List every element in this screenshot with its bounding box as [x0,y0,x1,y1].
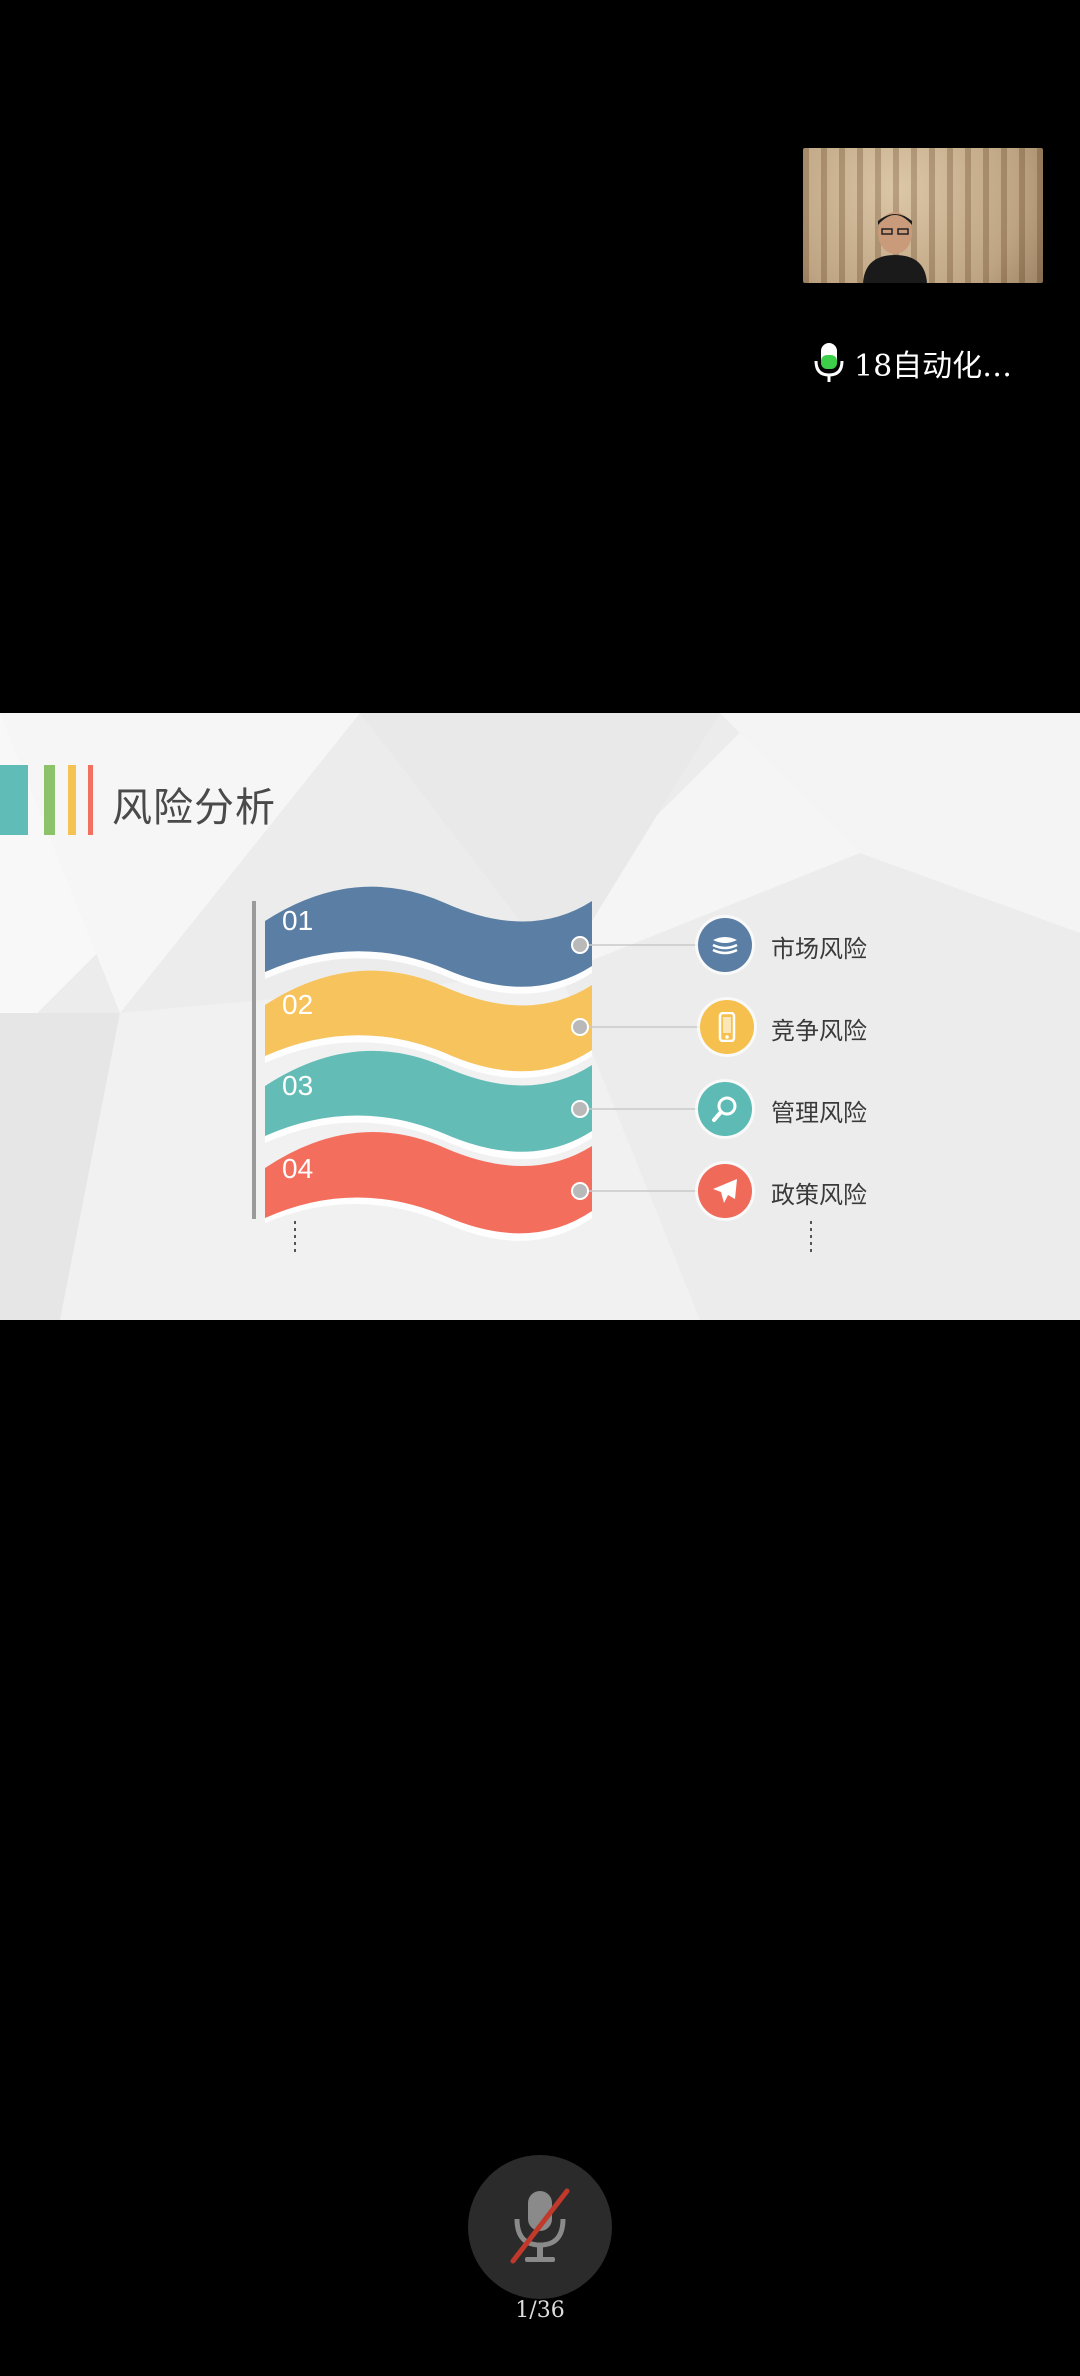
mute-toggle-button[interactable] [468,2155,612,2299]
search-icon [698,1082,752,1136]
connector-dot-01 [571,936,589,954]
participant-name: 18自动化… [854,349,1013,384]
risk-label-policy: 政策风险 [771,1181,867,1209]
airplane-icon [698,1164,752,1218]
label-continuation-dots [810,1221,812,1255]
ribbon-number-03: 03 [282,1070,314,1101]
connector-dot-04 [571,1182,589,1200]
microphone-muted-icon [510,2188,570,2264]
phone-icon [700,1000,754,1054]
participant-name-label: 18自动化… [812,338,1012,388]
ribbon-number-01: 01 [282,905,314,936]
page-counter: 1/36 [515,2298,565,2323]
risk-label-market: 市场风险 [771,935,867,963]
ribbon-continuation-dots [294,1221,296,1255]
participant-video-thumbnail[interactable] [803,148,1043,283]
ribbon-number-02: 02 [282,989,314,1020]
ribbon-left-rule [252,901,256,1219]
risk-label-management: 管理风险 [771,1099,867,1127]
layers-icon [698,918,752,972]
shared-slide: 风险分析 01 02 03 04 市场风险 竞争风险 管理风险 政策风险 [0,713,1080,1320]
ribbon-01 [265,886,592,987]
ribbon-number-04: 04 [282,1153,314,1184]
participant-avatar [863,212,927,283]
risk-ribbon-graphic [252,886,700,1241]
microphone-active-icon [814,343,844,382]
risk-label-competition: 竞争风险 [771,1017,867,1045]
connector-dot-03 [571,1100,589,1118]
connector-dot-02 [571,1018,589,1036]
